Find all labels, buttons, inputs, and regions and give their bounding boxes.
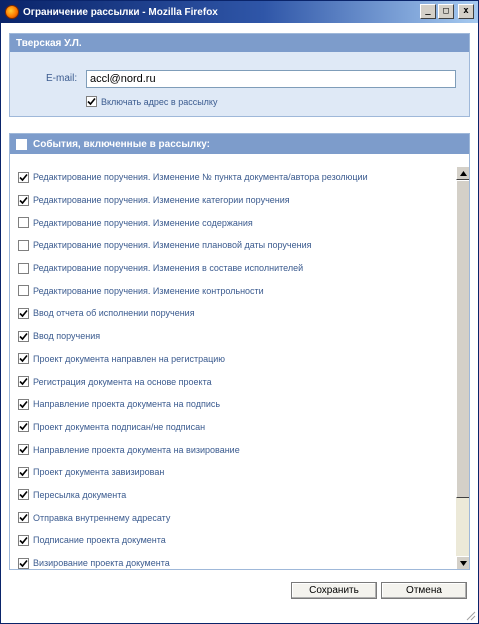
event-label: Проект документа направлен на регистраци…: [33, 353, 226, 364]
resize-grip-icon[interactable]: [465, 610, 476, 621]
include-address-row[interactable]: Включать адрес в рассылку: [86, 96, 217, 107]
event-item[interactable]: Ввод отчета об исполнении поручения: [10, 302, 454, 325]
event-item[interactable]: Ввод поручения: [10, 325, 454, 348]
event-checkbox[interactable]: [18, 512, 29, 524]
include-address-checkbox[interactable]: [86, 96, 97, 107]
event-label: Редактирование поручения. Изменение № пу…: [33, 172, 368, 183]
title-bar[interactable]: Ограничение рассылки - Mozilla Firefox _…: [1, 1, 478, 23]
checkmark-icon: [19, 309, 28, 318]
event-checkbox[interactable]: [18, 376, 29, 388]
cancel-button[interactable]: Отмена: [381, 582, 467, 599]
event-item[interactable]: Редактирование поручения. Изменения в со…: [10, 257, 454, 280]
checkmark-icon: [19, 514, 28, 522]
scroll-thumb[interactable]: [456, 180, 469, 498]
close-button[interactable]: x: [458, 4, 474, 19]
window-title: Ограничение рассылки - Mozilla Firefox: [23, 6, 218, 18]
event-item[interactable]: Проект документа завизирован: [10, 461, 454, 484]
event-checkbox[interactable]: [18, 330, 29, 342]
minimize-button[interactable]: _: [420, 4, 436, 19]
event-checkbox[interactable]: [18, 421, 29, 433]
event-label: Ввод поручения: [33, 331, 101, 342]
event-label: Подписание проекта документа: [33, 535, 166, 546]
checkmark-icon: [19, 332, 28, 340]
event-checkbox[interactable]: [18, 171, 29, 183]
event-item[interactable]: Подписание проекта документа: [10, 529, 454, 552]
event-checkbox[interactable]: [18, 217, 29, 229]
window-controls: _ □ x: [420, 4, 474, 19]
checkmark-icon: [19, 559, 28, 567]
event-label: Ввод отчета об исполнении поручения: [33, 308, 195, 319]
event-checkbox[interactable]: [18, 534, 29, 546]
scroll-down-button[interactable]: [456, 556, 469, 569]
events-panel: События, включенные в рассылку: Редактир…: [9, 133, 470, 570]
event-item[interactable]: Редактирование поручения. Изменение соде…: [10, 211, 454, 234]
event-checkbox[interactable]: [18, 353, 29, 365]
event-checkbox[interactable]: [18, 489, 29, 501]
event-label: Редактирование поручения. Изменение соде…: [33, 217, 253, 228]
event-label: Направление проекта документа на визиров…: [33, 444, 240, 455]
email-input[interactable]: [86, 70, 456, 88]
browser-window: Ограничение рассылки - Mozilla Firefox _…: [0, 0, 479, 624]
checkmark-icon: [19, 468, 28, 476]
event-label: Редактирование поручения. Изменение конт…: [33, 285, 264, 296]
checkmark-icon: [19, 536, 28, 545]
event-item[interactable]: Редактирование поручения. Изменение конт…: [10, 279, 454, 302]
event-checkbox[interactable]: [18, 444, 29, 456]
select-all-events-checkbox[interactable]: [16, 138, 27, 150]
maximize-button[interactable]: □: [438, 4, 454, 19]
event-checkbox[interactable]: [18, 557, 29, 569]
event-checkbox[interactable]: [18, 398, 29, 410]
event-checkbox[interactable]: [18, 194, 29, 206]
event-item[interactable]: Отправка внутреннему адресату: [10, 506, 454, 529]
event-item[interactable]: Направление проекта документа на визиров…: [10, 438, 454, 461]
event-label: Редактирование поручения. Изменение план…: [33, 240, 312, 251]
event-item[interactable]: Направление проекта документа на подпись: [10, 393, 454, 416]
checkmark-icon: [19, 173, 28, 182]
event-checkbox[interactable]: [18, 307, 29, 319]
event-label: Отправка внутреннему адресату: [33, 512, 171, 523]
event-checkbox[interactable]: [18, 285, 29, 297]
event-label: Проект документа завизирован: [33, 467, 165, 478]
event-label: Редактирование поручения. Изменения в со…: [33, 263, 304, 274]
checkmark-icon: [19, 196, 28, 204]
event-checkbox[interactable]: [18, 262, 29, 274]
event-checkbox[interactable]: [18, 466, 29, 478]
email-label: E-mail:: [46, 73, 78, 84]
event-item[interactable]: Проект документа направлен на регистраци…: [10, 348, 454, 371]
event-label: Пересылка документа: [33, 489, 127, 500]
checkmark-icon: [19, 446, 28, 454]
event-item[interactable]: Визирование проекта документа: [10, 552, 454, 569]
event-item[interactable]: Редактирование поручения. Изменение № пу…: [10, 166, 454, 189]
checkmark-icon: [19, 355, 28, 363]
email-row: E-mail:: [10, 70, 469, 90]
event-item[interactable]: Проект документа подписан/не подписан: [10, 416, 454, 439]
events-list: Редактирование поручения. Изменение № пу…: [10, 166, 454, 569]
event-label: Проект документа подписан/не подписан: [33, 421, 206, 432]
events-scrollbar[interactable]: [456, 166, 469, 569]
user-name: Тверская У.Л.: [10, 34, 469, 52]
scroll-up-button[interactable]: [456, 166, 469, 180]
event-item[interactable]: Регистрация документа на основе проекта: [10, 370, 454, 393]
include-address-label: Включать адрес в рассылку: [101, 96, 218, 107]
events-header-label: События, включенные в рассылку:: [33, 138, 210, 150]
checkmark-icon: [19, 491, 28, 499]
user-panel: Тверская У.Л. E-mail: Включать адрес в р…: [9, 33, 470, 117]
event-label: Визирование проекта документа: [33, 558, 170, 569]
event-checkbox[interactable]: [18, 239, 29, 251]
checkmark-icon: [19, 423, 28, 431]
event-label: Направление проекта документа на подпись: [33, 399, 221, 410]
arrow-up-icon: [459, 170, 467, 176]
events-header[interactable]: События, включенные в рассылку:: [10, 134, 469, 154]
event-item[interactable]: Редактирование поручения. Изменение план…: [10, 234, 454, 257]
event-item[interactable]: Пересылка документа: [10, 484, 454, 507]
save-button[interactable]: Сохранить: [291, 582, 377, 599]
arrow-down-icon: [459, 560, 467, 566]
checkmark-icon: [19, 378, 28, 386]
checkmark-icon: [19, 400, 28, 408]
event-label: Редактирование поручения. Изменение кате…: [33, 195, 290, 206]
firefox-icon: [5, 5, 19, 19]
checkmark-icon: [87, 97, 96, 106]
event-item[interactable]: Редактирование поручения. Изменение кате…: [10, 189, 454, 212]
event-label: Регистрация документа на основе проекта: [33, 376, 212, 387]
